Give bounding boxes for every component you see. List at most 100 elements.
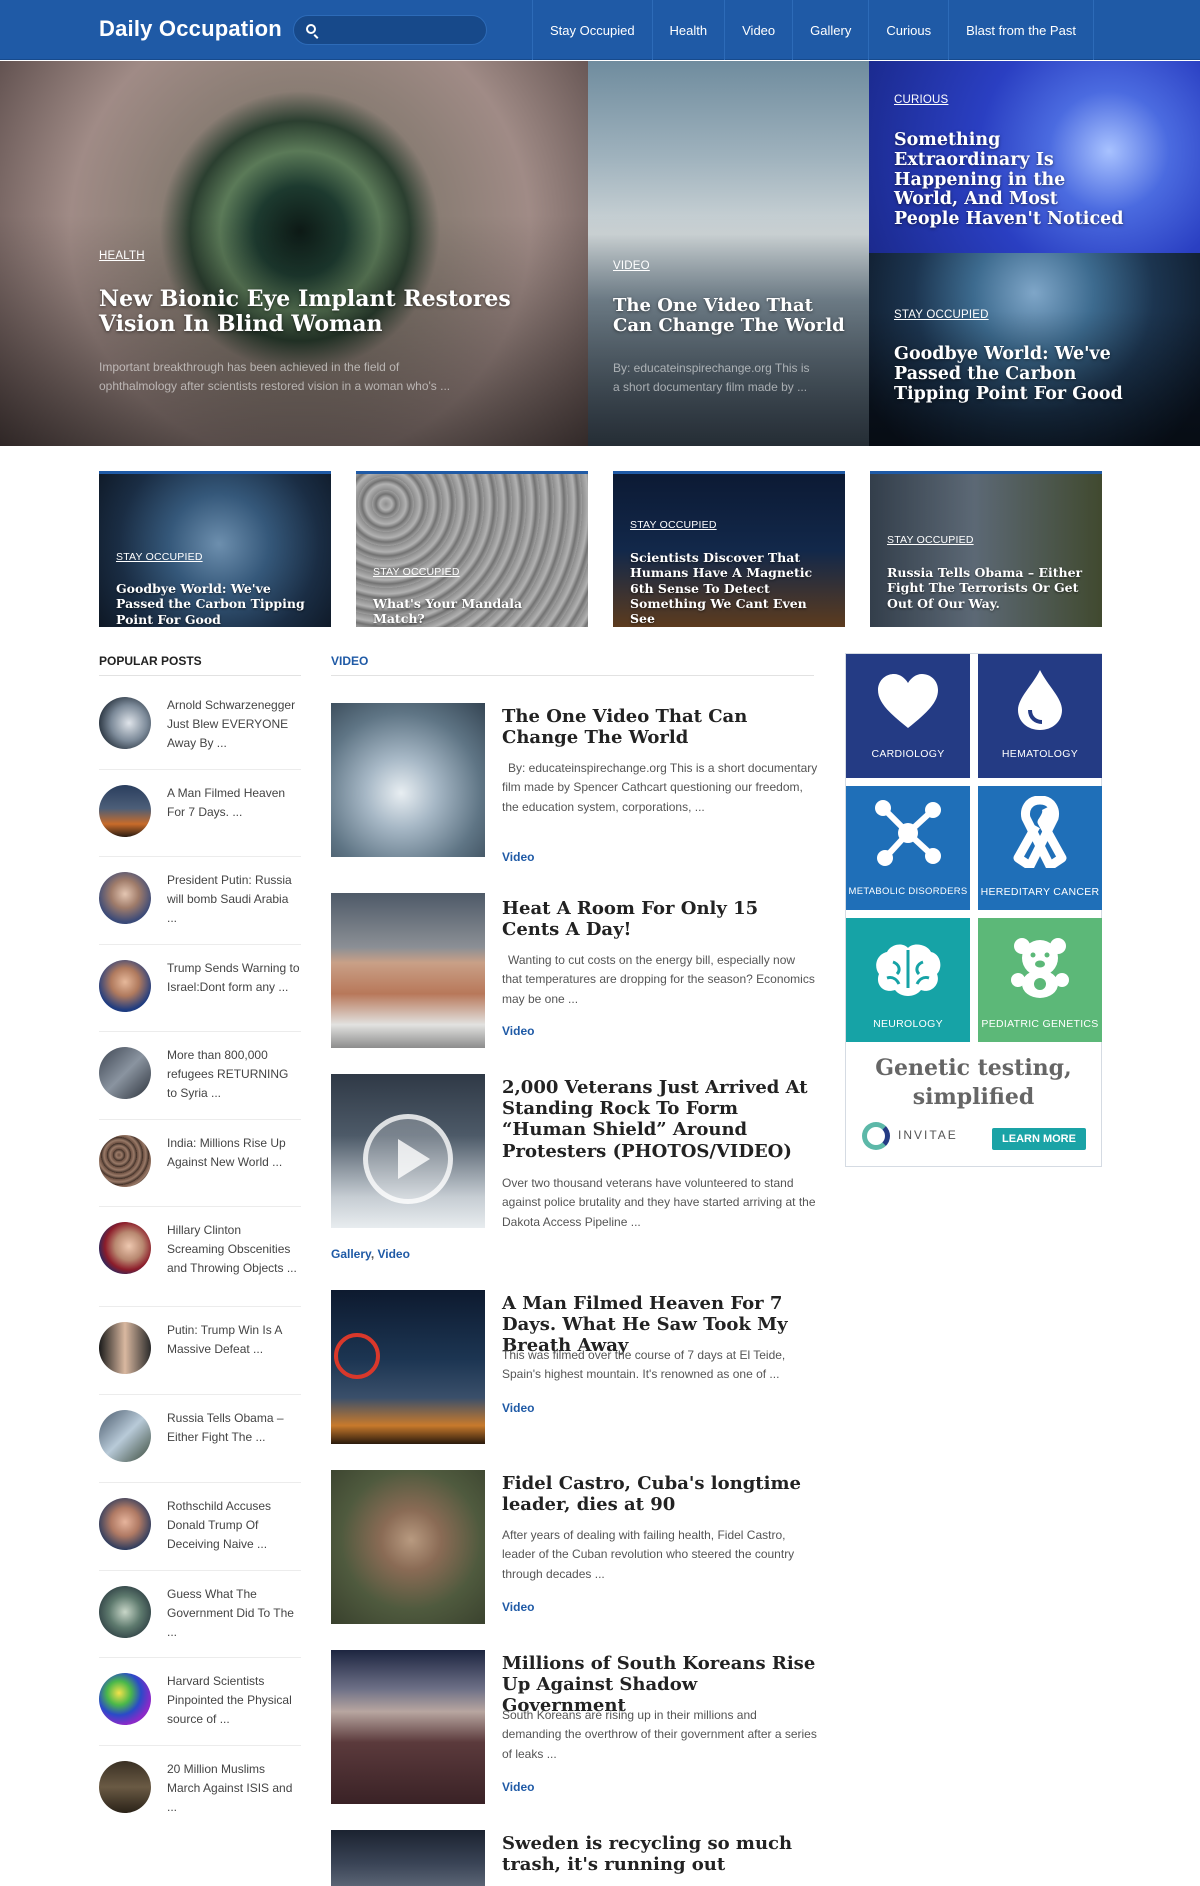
popular-post-title[interactable]: President Putin: Russia will bomb Saudi … <box>167 871 301 929</box>
hero-top-right-tag[interactable]: CURIOUS <box>894 94 948 106</box>
category-link-gallery[interactable]: Gallery <box>331 1247 371 1261</box>
video-post-excerpt: Over two thousand veterans have voluntee… <box>502 1176 816 1229</box>
video-post-category[interactable]: Video <box>502 1401 534 1415</box>
video-section-divider <box>331 675 814 676</box>
video-post-excerpt: By: educateinspirechange.org This is a s… <box>502 761 818 814</box>
video-post-title[interactable]: Heat A Room For Only 15 Cents A Day! <box>502 898 818 940</box>
video-post-category[interactable]: Video <box>502 1780 534 1794</box>
hero-main-story[interactable]: HEALTH New Bionic Eye Implant Restores V… <box>0 61 588 446</box>
popular-post-title[interactable]: Harvard Scientists Pinpointed the Physic… <box>167 1672 301 1730</box>
featured-tag[interactable]: STAY OCCUPIED <box>116 551 203 563</box>
video-post-category[interactable]: Video <box>502 850 534 864</box>
hero-middle-tag[interactable]: VIDEO <box>613 260 650 272</box>
popular-post-thumbnail[interactable] <box>99 1047 151 1099</box>
popular-post-thumbnail[interactable] <box>99 1222 151 1274</box>
ad-tile-label: METABOLIC DISORDERS <box>848 886 968 897</box>
popular-post-title[interactable]: Arnold Schwarzenegger Just Blew EVERYONE… <box>167 696 301 754</box>
search-icon[interactable] <box>306 24 316 34</box>
popular-post-title[interactable]: A Man Filmed Heaven For 7 Days. ... <box>167 784 301 822</box>
ad-slogan: Genetic testing, simplified <box>846 1054 1101 1111</box>
featured-title[interactable]: Russia Tells Obama – Either Fight The Te… <box>887 565 1090 611</box>
video-post-category[interactable]: Video <box>502 1024 534 1038</box>
featured-card[interactable]: STAY OCCUPIED Russia Tells Obama – Eithe… <box>870 471 1102 627</box>
hero-middle-story[interactable]: VIDEO The One Video That Can Change The … <box>588 61 869 446</box>
hero-bottom-right-tag[interactable]: STAY OCCUPIED <box>894 309 989 321</box>
featured-title[interactable]: Scientists Discover That Humans Have A M… <box>630 550 833 626</box>
nav-curious[interactable]: Curious <box>869 0 950 60</box>
popular-post-thumbnail[interactable] <box>99 1410 151 1462</box>
popular-post-divider <box>99 1394 301 1395</box>
popular-post-divider <box>99 1745 301 1746</box>
hero-bottom-right-title[interactable]: Goodbye World: We've Passed the Carbon T… <box>894 344 1124 404</box>
hero-middle-title[interactable]: The One Video That Can Change The World <box>613 295 853 337</box>
video-post-title[interactable]: 2,000 Veterans Just Arrived At Standing … <box>502 1077 818 1162</box>
popular-post-title[interactable]: 20 Million Muslims March Against ISIS an… <box>167 1760 301 1818</box>
ad-tile-label: HEMATOLOGY <box>1001 748 1079 760</box>
category-link-video[interactable]: Video <box>377 1247 409 1261</box>
popular-post-thumbnail[interactable] <box>99 1322 151 1374</box>
featured-tag[interactable]: STAY OCCUPIED <box>887 534 974 546</box>
play-icon[interactable] <box>363 1114 453 1204</box>
hero-main-tag[interactable]: HEALTH <box>99 250 145 262</box>
ad-tile-hematology[interactable]: HEMATOLOGY <box>978 654 1102 778</box>
popular-post-title[interactable]: Trump Sends Warning to Israel:Dont form … <box>167 959 301 997</box>
popular-post-title[interactable]: Russia Tells Obama – Either Fight The ..… <box>167 1409 301 1447</box>
nav-video[interactable]: Video <box>725 0 794 60</box>
featured-title[interactable]: What's Your Mandala Match? <box>373 596 576 627</box>
video-post-thumbnail[interactable] <box>331 1830 485 1886</box>
popular-post-thumbnail[interactable] <box>99 1586 151 1638</box>
featured-tag[interactable]: STAY OCCUPIED <box>373 566 460 578</box>
popular-post-thumbnail[interactable] <box>99 1498 151 1550</box>
ad-tile-hereditary-cancer[interactable]: HEREDITARY CANCER <box>978 786 1102 910</box>
popular-post-title[interactable]: Guess What The Government Did To The ... <box>167 1585 301 1643</box>
popular-post-title[interactable]: More than 800,000 refugees RETURNING to … <box>167 1046 301 1104</box>
popular-post-title[interactable]: Hillary Clinton Screaming Obscenities an… <box>167 1221 301 1279</box>
hero-top-right-title[interactable]: Something Extraordinary Is Happening in … <box>894 130 1124 230</box>
popular-post-thumbnail[interactable] <box>99 1673 151 1725</box>
search-input[interactable] <box>293 15 487 45</box>
video-post-excerpt: South Koreans are rising up in their mil… <box>502 1708 817 1761</box>
hero-bottom-right-story[interactable]: STAY OCCUPIED Goodbye World: We've Passe… <box>869 253 1200 446</box>
featured-title[interactable]: Goodbye World: We've Passed the Carbon T… <box>116 581 319 627</box>
popular-post-divider <box>99 856 301 857</box>
video-post-thumbnail[interactable] <box>331 1290 485 1444</box>
advertisement[interactable]: ▷ ✕ CARDIOLOGY HEMATOLOGY METABOLIC DISO… <box>845 653 1102 1167</box>
nav-stay-occupied[interactable]: Stay Occupied <box>533 0 653 60</box>
popular-post-thumbnail[interactable] <box>99 1761 151 1813</box>
nav-health[interactable]: Health <box>653 0 726 60</box>
ribbon-icon <box>1013 796 1067 868</box>
ad-learn-more-button[interactable]: LEARN MORE <box>992 1128 1086 1150</box>
nav-gallery[interactable]: Gallery <box>793 0 870 60</box>
featured-tag[interactable]: STAY OCCUPIED <box>630 519 717 531</box>
nav-blast-from-the-past[interactable]: Blast from the Past <box>949 0 1094 60</box>
popular-post-divider <box>99 769 301 770</box>
ad-tile-pediatric-genetics[interactable]: PEDIATRIC GENETICS <box>978 918 1102 1042</box>
site-logo[interactable]: Daily Occupation <box>99 16 282 42</box>
hero-top-right-story[interactable]: CURIOUS Something Extraordinary Is Happe… <box>869 61 1200 253</box>
ad-tile-cardiology[interactable]: CARDIOLOGY <box>846 654 970 778</box>
popular-post-thumbnail[interactable] <box>99 872 151 924</box>
popular-post-title[interactable]: Putin: Trump Win Is A Massive Defeat ... <box>167 1321 301 1359</box>
video-section-heading[interactable]: VIDEO <box>331 654 368 668</box>
featured-card[interactable]: STAY OCCUPIED Scientists Discover That H… <box>613 471 845 627</box>
video-post-thumbnail[interactable] <box>331 703 485 857</box>
hero-main-title[interactable]: New Bionic Eye Implant Restores Vision I… <box>99 287 569 337</box>
video-post-thumbnail[interactable] <box>331 1074 485 1228</box>
video-post-title[interactable]: Fidel Castro, Cuba's longtime leader, di… <box>502 1473 818 1515</box>
popular-post-title[interactable]: India: Millions Rise Up Against New Worl… <box>167 1134 301 1172</box>
popular-post-thumbnail[interactable] <box>99 960 151 1012</box>
video-post-thumbnail[interactable] <box>331 1470 485 1624</box>
ad-tile-metabolic-disorders[interactable]: METABOLIC DISORDERS <box>846 786 970 910</box>
video-post-title[interactable]: The One Video That Can Change The World <box>502 706 818 748</box>
popular-post-title[interactable]: Rothschild Accuses Donald Trump Of Decei… <box>167 1497 301 1555</box>
popular-post-thumbnail[interactable] <box>99 785 151 837</box>
ad-tile-neurology[interactable]: NEUROLOGY <box>846 918 970 1042</box>
featured-card[interactable]: STAY OCCUPIED What's Your Mandala Match? <box>356 471 588 627</box>
video-post-title[interactable]: Sweden is recycling so much trash, it's … <box>502 1833 818 1875</box>
popular-post-thumbnail[interactable] <box>99 1135 151 1187</box>
video-post-category[interactable]: Video <box>502 1600 534 1614</box>
featured-card[interactable]: STAY OCCUPIED Goodbye World: We've Passe… <box>99 471 331 627</box>
video-post-thumbnail[interactable] <box>331 1650 485 1804</box>
popular-post-thumbnail[interactable] <box>99 697 151 749</box>
video-post-thumbnail[interactable] <box>331 893 485 1048</box>
